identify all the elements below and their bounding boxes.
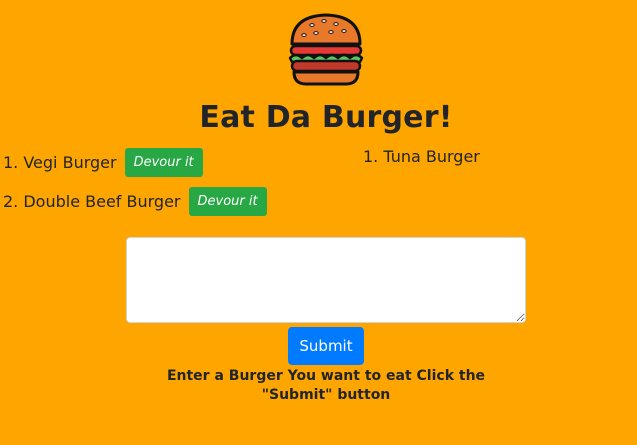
- page-title: Eat Da Burger!: [199, 100, 453, 135]
- burger-input[interactable]: [126, 237, 526, 323]
- burger-item: 2. Double Beef Burger Devour it: [3, 186, 267, 216]
- burger-list: 1. Vegi Burger Devour it 2. Double Beef …: [3, 147, 267, 225]
- burger-item-label: 1. Vegi Burger: [3, 152, 117, 172]
- submit-button[interactable]: Submit: [288, 327, 364, 365]
- burger-logo: [286, 10, 366, 88]
- instructions-text: Enter a Burger You want to eat Click the…: [166, 368, 486, 403]
- devoured-list: 1. Tuna Burger: [363, 146, 480, 168]
- burger-icon: [288, 13, 364, 86]
- devoured-item: 1. Tuna Burger: [363, 147, 480, 166]
- burger-item-label: 2. Double Beef Burger: [3, 191, 181, 211]
- devour-button[interactable]: Devour it: [188, 186, 267, 216]
- burger-item: 1. Vegi Burger Devour it: [3, 147, 267, 177]
- devour-button[interactable]: Devour it: [124, 147, 203, 177]
